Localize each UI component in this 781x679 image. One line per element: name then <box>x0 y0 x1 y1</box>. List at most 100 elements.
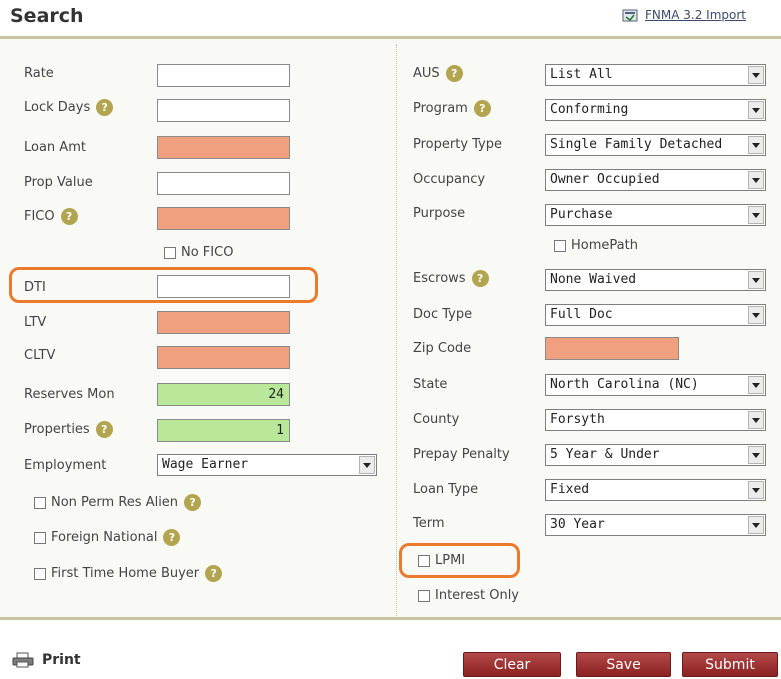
occupancy-value: Owner Occupied <box>550 172 660 187</box>
program-text: Program <box>413 101 468 116</box>
help-icon[interactable]: ? <box>471 270 489 287</box>
escrows-select[interactable]: None Waived <box>545 269 766 291</box>
properties-input[interactable]: 1 <box>157 419 290 442</box>
ltv-input[interactable] <box>157 311 290 334</box>
chevron-down-icon[interactable] <box>748 411 764 429</box>
doc-type-select[interactable]: Full Doc <box>545 304 766 326</box>
employment-select[interactable]: Wage Earner <box>157 454 377 476</box>
interest-only-checkbox[interactable]: Interest Only <box>418 588 519 603</box>
employment-label: Employment <box>24 458 107 473</box>
print-link[interactable]: Print <box>12 652 81 668</box>
chevron-down-icon[interactable] <box>748 136 764 154</box>
column-divider <box>396 44 397 616</box>
term-select[interactable]: 30 Year <box>545 514 766 536</box>
chevron-down-icon[interactable] <box>748 206 764 224</box>
help-icon[interactable]: ? <box>205 565 223 582</box>
fico-label: FICO ? <box>24 208 78 225</box>
loan-amt-input[interactable] <box>157 136 290 159</box>
interest-only-label: Interest Only <box>435 588 520 603</box>
checkbox-box[interactable] <box>34 567 46 580</box>
term-value: 30 Year <box>550 517 605 532</box>
chevron-down-icon[interactable] <box>748 171 764 189</box>
help-icon[interactable]: ? <box>95 421 113 438</box>
escrows-value: None Waived <box>550 272 637 287</box>
help-icon[interactable]: ? <box>96 99 114 116</box>
page-title: Search <box>10 5 84 27</box>
county-select[interactable]: Forsyth <box>545 409 766 431</box>
chevron-down-icon[interactable] <box>748 481 764 499</box>
checkbox-box[interactable] <box>34 496 46 509</box>
chevron-down-icon[interactable] <box>748 446 764 464</box>
non-perm-res-alien-checkbox[interactable]: Non Perm Res Alien ? <box>34 494 202 511</box>
rate-input[interactable] <box>157 64 290 87</box>
submit-button[interactable]: Submit <box>682 652 778 677</box>
prepay-penalty-select[interactable]: 5 Year & Under <box>545 444 766 466</box>
save-button[interactable]: Save <box>576 652 671 677</box>
help-icon[interactable]: ? <box>163 529 181 546</box>
chevron-down-icon[interactable] <box>748 271 764 289</box>
purpose-label: Purpose <box>413 206 466 221</box>
fico-text: FICO <box>24 209 55 224</box>
homepath-checkbox[interactable]: HomePath <box>554 238 638 253</box>
printer-icon <box>12 652 34 668</box>
cltv-input[interactable] <box>157 346 290 369</box>
chevron-down-icon[interactable] <box>748 516 764 534</box>
fnma-import-label[interactable]: FNMA 3.2 Import <box>645 8 746 22</box>
help-icon[interactable]: ? <box>184 494 202 511</box>
purpose-select[interactable]: Purchase <box>545 204 766 226</box>
prepay-penalty-value: 5 Year & Under <box>550 447 660 462</box>
fnma-import-link[interactable]: FNMA 3.2 Import <box>622 8 746 22</box>
occupancy-label: Occupancy <box>413 172 486 187</box>
clear-button[interactable]: Clear <box>463 652 561 677</box>
header: Search FNMA 3.2 Import <box>0 0 781 38</box>
reserves-mon-label: Reserves Mon <box>24 387 115 402</box>
escrows-label: Escrows ? <box>413 270 489 287</box>
checkbox-box[interactable] <box>418 554 430 567</box>
chevron-down-icon[interactable] <box>748 306 764 324</box>
help-icon[interactable]: ? <box>60 208 78 225</box>
print-label[interactable]: Print <box>42 652 81 668</box>
chevron-down-icon[interactable] <box>748 376 764 394</box>
program-label: Program ? <box>413 100 491 117</box>
aus-value: List All <box>550 67 613 82</box>
checkbox-box[interactable] <box>554 239 566 252</box>
help-icon[interactable]: ? <box>473 100 491 117</box>
cltv-label: CLTV <box>24 348 56 363</box>
state-select[interactable]: North Carolina (NC) <box>545 374 766 396</box>
checkbox-box[interactable] <box>164 246 176 259</box>
aus-select[interactable]: List All <box>545 64 766 86</box>
property-type-value: Single Family Detached <box>550 137 723 152</box>
chevron-down-icon[interactable] <box>359 456 375 474</box>
zip-code-input[interactable] <box>545 337 679 360</box>
lpmi-checkbox[interactable]: LPMI <box>418 553 465 568</box>
chevron-down-icon[interactable] <box>748 66 764 84</box>
foreign-national-label: Foreign National <box>51 530 158 545</box>
employment-value: Wage Earner <box>162 457 249 472</box>
program-select[interactable]: Conforming <box>545 99 766 121</box>
prop-value-input[interactable] <box>157 172 290 195</box>
lock-days-label: Lock Days ? <box>24 99 114 116</box>
no-fico-label: No FICO <box>181 245 234 260</box>
fico-input[interactable] <box>157 207 290 230</box>
aus-text: AUS <box>413 66 440 81</box>
help-icon[interactable]: ? <box>445 65 463 82</box>
lock-days-input[interactable] <box>157 99 290 122</box>
reserves-mon-input[interactable]: 24 <box>157 383 290 406</box>
loan-amt-label: Loan Amt <box>24 140 86 155</box>
loan-type-label: Loan Type <box>413 482 479 497</box>
no-fico-checkbox[interactable]: No FICO <box>164 245 233 260</box>
doc-type-label: Doc Type <box>413 307 473 322</box>
purpose-value: Purchase <box>550 207 613 222</box>
checkbox-box[interactable] <box>34 531 46 544</box>
checkbox-box[interactable] <box>418 589 430 602</box>
property-type-select[interactable]: Single Family Detached <box>545 134 766 156</box>
chevron-down-icon[interactable] <box>748 101 764 119</box>
foreign-national-checkbox[interactable]: Foreign National ? <box>34 529 181 546</box>
loan-type-select[interactable]: Fixed <box>545 479 766 501</box>
dti-input[interactable] <box>157 275 290 298</box>
occupancy-select[interactable]: Owner Occupied <box>545 169 766 191</box>
rate-label: Rate <box>24 66 54 81</box>
first-time-home-buyer-checkbox[interactable]: First Time Home Buyer ? <box>34 565 223 582</box>
state-label: State <box>413 377 448 392</box>
county-label: County <box>413 412 460 427</box>
